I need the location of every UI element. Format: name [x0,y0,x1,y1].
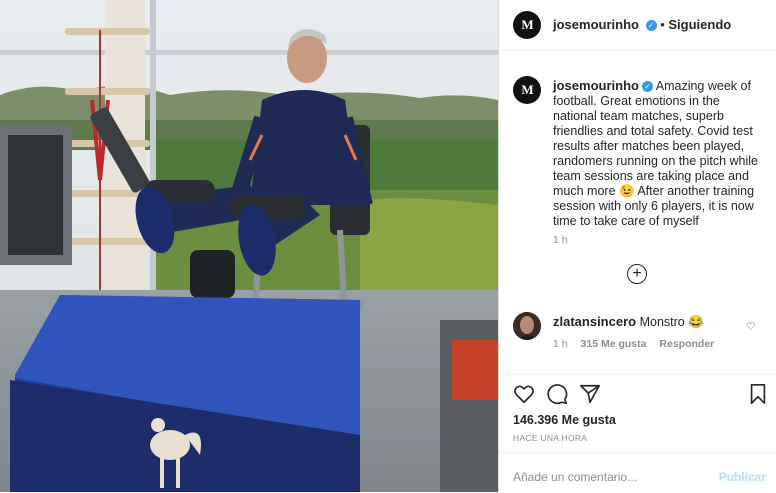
post-time-ago: HACE UNA HORA [513,433,588,443]
verified-badge-icon: ✓ [641,81,653,93]
reply-button[interactable]: Responder [659,338,714,350]
follow-button[interactable]: Siguiendo [668,17,731,32]
comment-icon[interactable] [546,383,568,405]
comment-body: Monstro 😂 [639,315,704,329]
caption-avatar[interactable]: M [513,76,541,104]
likes-count[interactable]: 146.396 Me gusta [513,413,616,427]
comment-likes[interactable]: 315 Me gusta [581,338,647,350]
comment-like-heart-icon[interactable]: ♡ [746,320,756,333]
heart-icon[interactable] [513,383,535,405]
add-comment-bar: Añade un comentario... Publicar [499,452,776,493]
post-photo-illustration [0,0,498,492]
bookmark-icon[interactable] [747,383,769,405]
caption-username[interactable]: josemourinho [553,78,639,93]
caption-text: josemourinho ✓ Amazing week of football. … [553,78,765,229]
publish-button[interactable]: Publicar [719,470,766,484]
plus-circle-icon[interactable]: + [627,264,647,284]
commenter-username[interactable]: zlatansincero [553,314,636,329]
post-photo[interactable] [0,0,498,492]
commenter-avatar-image [513,312,541,340]
header-line: josemourinho ✓ • Siguiendo [553,17,731,32]
verified-badge-icon: ✓ [645,20,657,32]
author-avatar[interactable]: M [513,11,541,39]
author-username[interactable]: josemourinho [553,17,639,32]
send-icon[interactable] [579,383,601,405]
comment-meta: 1 h 315 Me gusta Responder [553,338,724,350]
comments-scroll-fade [499,362,776,374]
comment-time: 1 h [553,338,568,350]
commenter-avatar[interactable] [513,312,541,340]
caption-body: Amazing week of football. Great emotions… [553,79,758,228]
post-header: M josemourinho ✓ • Siguiendo [499,0,776,51]
post-sidebar: M josemourinho ✓ • Siguiendo M josemouri… [498,0,776,492]
comment-input[interactable]: Añade un comentario... [513,470,637,484]
caption-time: 1 h [553,234,568,246]
header-separator: • [660,17,665,32]
comment-text-line: zlatansincero Monstro 😂 [553,314,704,330]
